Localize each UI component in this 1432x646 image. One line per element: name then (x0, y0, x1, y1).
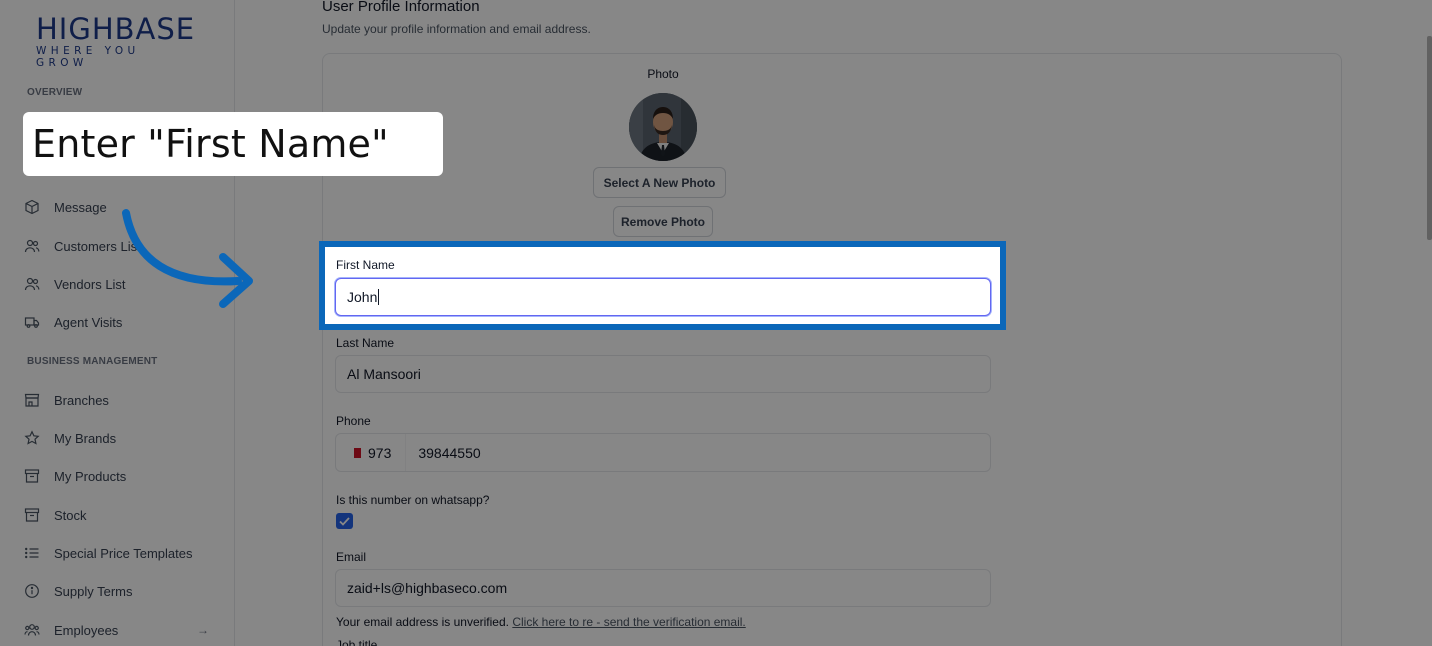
email-value: zaid+ls@highbaseco.com (347, 580, 508, 596)
info-icon (25, 584, 39, 598)
logo-main: HIGHBASE (36, 12, 196, 46)
section-title-business: BUSINESS MANAGEMENT (27, 356, 158, 367)
arrow-right-icon: → (197, 623, 209, 637)
job-title-label: Job title (336, 638, 378, 646)
curved-arrow-icon (122, 209, 253, 308)
email-field[interactable]: zaid+ls@highbaseco.com (335, 569, 991, 607)
whatsapp-checkbox[interactable] (336, 513, 353, 529)
check-icon (339, 516, 350, 526)
team-icon (24, 624, 40, 636)
sidebar-item-label: Message (54, 199, 107, 215)
sidebar-item-label: Special Price Templates (54, 545, 193, 561)
sidebar-item-label: My Brands (54, 430, 117, 446)
unverified-note: Your email address is unverified. Click … (336, 615, 746, 629)
sidebar-item-label: My Products (54, 468, 127, 484)
sidebar-item-supply-terms[interactable]: Supply Terms (24, 579, 219, 603)
first-name-label: First Name (336, 258, 395, 272)
phone-value: 39844550 (418, 444, 481, 461)
last-name-label: Last Name (336, 336, 395, 350)
email-label: Email (336, 550, 367, 564)
bahrain-flag-icon (351, 447, 361, 458)
first-name-field[interactable]: John (335, 278, 991, 316)
sidebar-item-label: Stock (54, 507, 87, 523)
select-new-photo-button[interactable]: Select A New Photo (593, 167, 726, 198)
instruction-callout: Enter "First Name" (23, 112, 443, 176)
users-icon (24, 239, 40, 253)
profile-card (322, 53, 1342, 646)
logo[interactable]: HIGHBASE WHERE YOU GROW (36, 14, 196, 69)
users-icon (24, 277, 40, 291)
sidebar-item-special-price-templates[interactable]: Special Price Templates (24, 541, 219, 565)
sidebar-item-label: Agent Visits (54, 314, 123, 330)
photo-label: Photo (647, 67, 679, 81)
country-code: 973 (368, 444, 392, 461)
sidebar-item-label: Employees (54, 622, 119, 638)
country-code-select[interactable]: 973 (351, 434, 407, 471)
page-title: User Profile Information (322, 0, 480, 15)
star-icon (24, 430, 40, 445)
archive-icon (24, 508, 40, 522)
sidebar: HIGHBASE WHERE YOU GROW OVERVIEW Message… (0, 0, 235, 646)
last-name-value: Al Mansoori (347, 366, 421, 382)
avatar (629, 93, 697, 161)
remove-photo-button[interactable]: Remove Photo (613, 206, 713, 237)
last-name-field[interactable]: Al Mansoori (335, 355, 991, 393)
list-icon (25, 547, 39, 559)
sidebar-item-my-products[interactable]: My Products (24, 464, 219, 488)
resend-verification-link[interactable]: Click here to re - send the verification… (512, 615, 745, 629)
section-title-overview: OVERVIEW (27, 87, 83, 98)
unverified-text: Your email address is unverified. (336, 615, 509, 629)
truck-icon (24, 317, 40, 328)
cube-icon (25, 199, 39, 215)
archive-icon (24, 469, 40, 483)
text-caret (378, 289, 380, 305)
phone-field[interactable]: 973 39844550 (335, 433, 991, 472)
whatsapp-label: Is this number on whatsapp? (336, 493, 490, 507)
sidebar-item-label: Branches (54, 392, 109, 408)
page-subtitle: Update your profile information and emai… (322, 22, 591, 36)
scrollbar[interactable] (1427, 36, 1432, 240)
first-name-value: John (347, 289, 378, 305)
sidebar-item-label: Supply Terms (54, 583, 133, 599)
phone-label: Phone (336, 414, 371, 428)
sidebar-item-employees[interactable]: Employees → (24, 618, 219, 642)
sidebar-item-stock[interactable]: Stock (24, 503, 219, 527)
sidebar-item-my-brands[interactable]: My Brands (24, 426, 219, 450)
logo-tagline: WHERE YOU GROW (36, 45, 140, 69)
store-icon (24, 393, 40, 407)
sidebar-item-branches[interactable]: Branches (24, 388, 219, 412)
